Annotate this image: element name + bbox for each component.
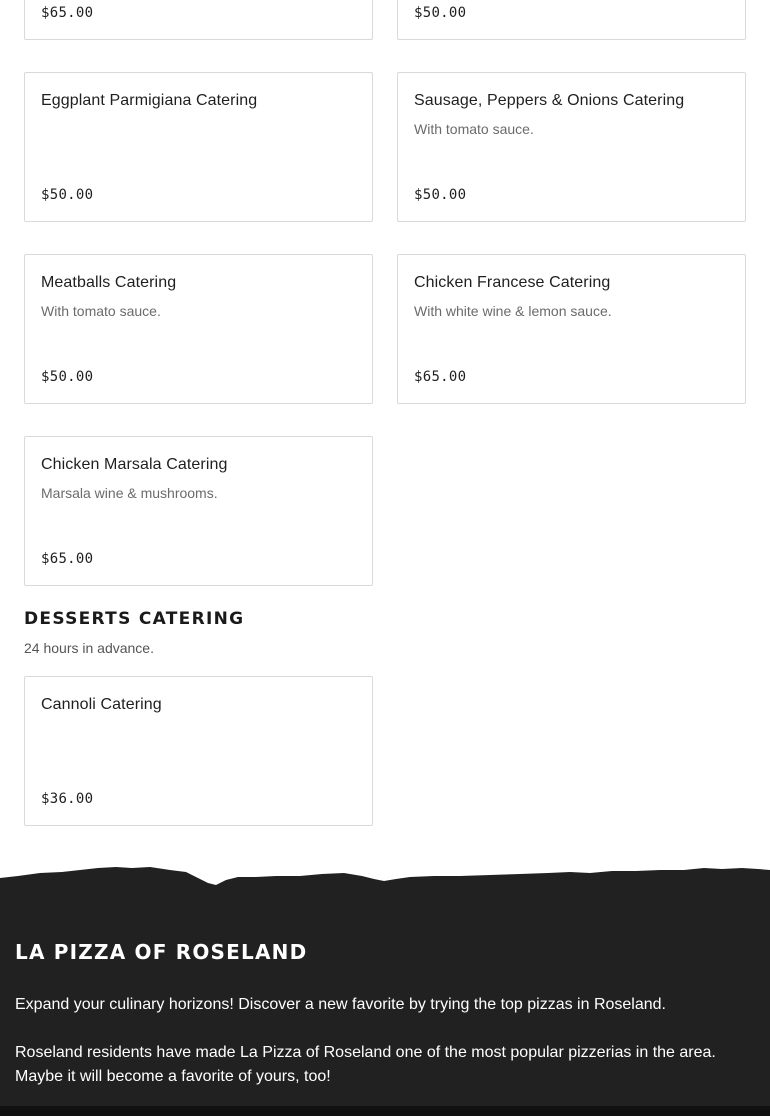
footer-brand: LA PIZZA OF ROSELAND — [15, 940, 308, 964]
site-footer: LA PIZZA OF ROSELAND Expand your culinar… — [0, 864, 770, 1116]
item-price: $65.00 — [414, 369, 467, 385]
torn-edge-decoration — [0, 867, 770, 894]
item-price: $50.00 — [414, 5, 467, 21]
item-price: $50.00 — [41, 369, 94, 385]
item-price: $65.00 — [41, 551, 94, 567]
item-name: Cannoli Catering — [41, 696, 162, 713]
item-description: With tomato sauce. — [41, 303, 161, 319]
item-name: Chicken Francese Catering — [414, 274, 611, 291]
item-price: $50.00 — [414, 187, 467, 203]
footer-paragraph: Roseland residents have made La Pizza of… — [15, 1044, 716, 1085]
footer-paragraph: Expand your culinary horizons! Discover … — [15, 996, 666, 1013]
menu-item-card-meatballs[interactable]: Meatballs Catering With tomato sauce. $5… — [24, 254, 373, 404]
item-name: Chicken Marsala Catering — [41, 456, 228, 473]
menu-item-card-cannoli[interactable]: Cannoli Catering $36.00 — [24, 676, 373, 826]
item-name: Meatballs Catering — [41, 274, 177, 291]
item-price: $50.00 — [41, 187, 94, 203]
menu-item-card-eggplant-parmigiana[interactable]: Eggplant Parmigiana Catering $50.00 — [24, 72, 373, 222]
item-name: Sausage, Peppers & Onions Catering — [414, 92, 685, 109]
menu-item-card-chicken-marsala[interactable]: Chicken Marsala Catering Marsala wine & … — [24, 436, 373, 586]
menu-item-card[interactable]: $50.00 — [397, 0, 746, 40]
item-description: Marsala wine & mushrooms. — [41, 485, 218, 501]
section-title-desserts: DESSERTS CATERING — [24, 609, 245, 629]
menu-item-card-chicken-francese[interactable]: Chicken Francese Catering With white win… — [397, 254, 746, 404]
item-description: With tomato sauce. — [414, 121, 534, 137]
menu-item-card-sausage-peppers-onions[interactable]: Sausage, Peppers & Onions Catering With … — [397, 72, 746, 222]
item-description: With white wine & lemon sauce. — [414, 303, 612, 319]
item-price: $36.00 — [41, 791, 94, 807]
footer-bottom-strip — [0, 1106, 770, 1116]
item-name: Eggplant Parmigiana Catering — [41, 92, 258, 109]
item-price: $65.00 — [41, 5, 94, 21]
menu-item-card[interactable]: $65.00 — [24, 0, 373, 40]
section-subtitle: 24 hours in advance. — [24, 640, 154, 656]
